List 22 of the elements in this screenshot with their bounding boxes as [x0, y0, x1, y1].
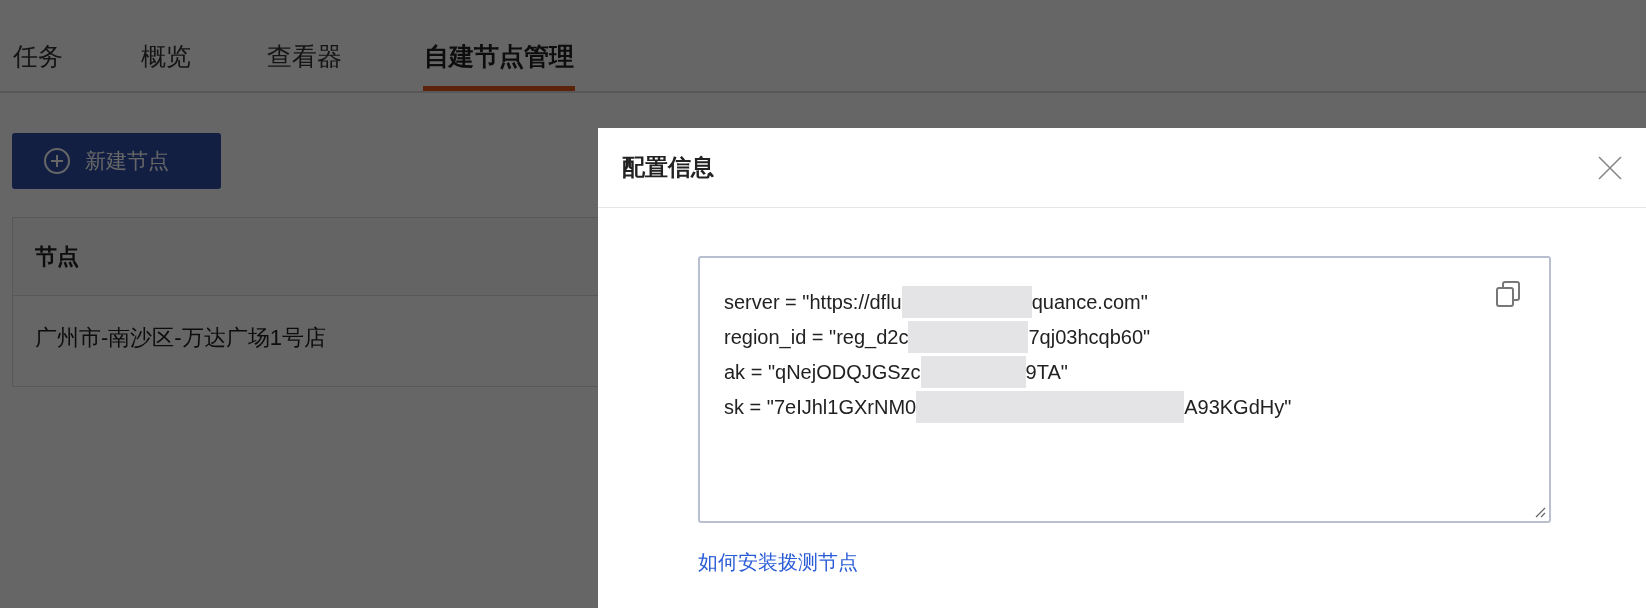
column-header: 节点: [35, 243, 79, 271]
config-text: A93KGdHy": [1184, 394, 1292, 420]
help-link[interactable]: 如何安装拨测节点: [698, 547, 858, 577]
config-text: region_id = "reg_d2c: [724, 324, 909, 351]
config-text: quance.com": [1031, 289, 1148, 315]
config-text: 9TA": [1025, 359, 1068, 385]
config-text: sk = "7eIJhl1GXrNM0: [724, 394, 917, 420]
config-text: server = "https://dflu: [724, 289, 902, 315]
new-node-button[interactable]: 新建节点: [12, 133, 221, 189]
drawer-title: 配置信息: [622, 153, 714, 183]
config-text: ak = "qNejODQJGSzc: [724, 359, 921, 385]
tab[interactable]: 概览: [140, 0, 192, 91]
plus-circle-icon: [43, 147, 71, 175]
config-text: 7qj03hcqb60": [1028, 324, 1151, 350]
tab[interactable]: 查看器: [266, 0, 343, 91]
table-cell-text: 广州市-南沙区-万达广场1号店: [35, 323, 326, 352]
close-icon[interactable]: [1598, 155, 1622, 180]
tab[interactable]: 自建节点管理: [423, 0, 575, 91]
copy-icon[interactable]: [1495, 280, 1521, 308]
config-textarea[interactable]: server = "https://dflu quance.com" region_id = "reg_d2c 7qj03hcqb60" ak = "qNejODQJGSzc 9TA" sk = "7eIJhl1GXrNM0 A93KGdHy": [698, 256, 1551, 523]
tab[interactable]: 任务: [12, 0, 64, 91]
resize-handle-icon[interactable]: [1534, 506, 1546, 518]
